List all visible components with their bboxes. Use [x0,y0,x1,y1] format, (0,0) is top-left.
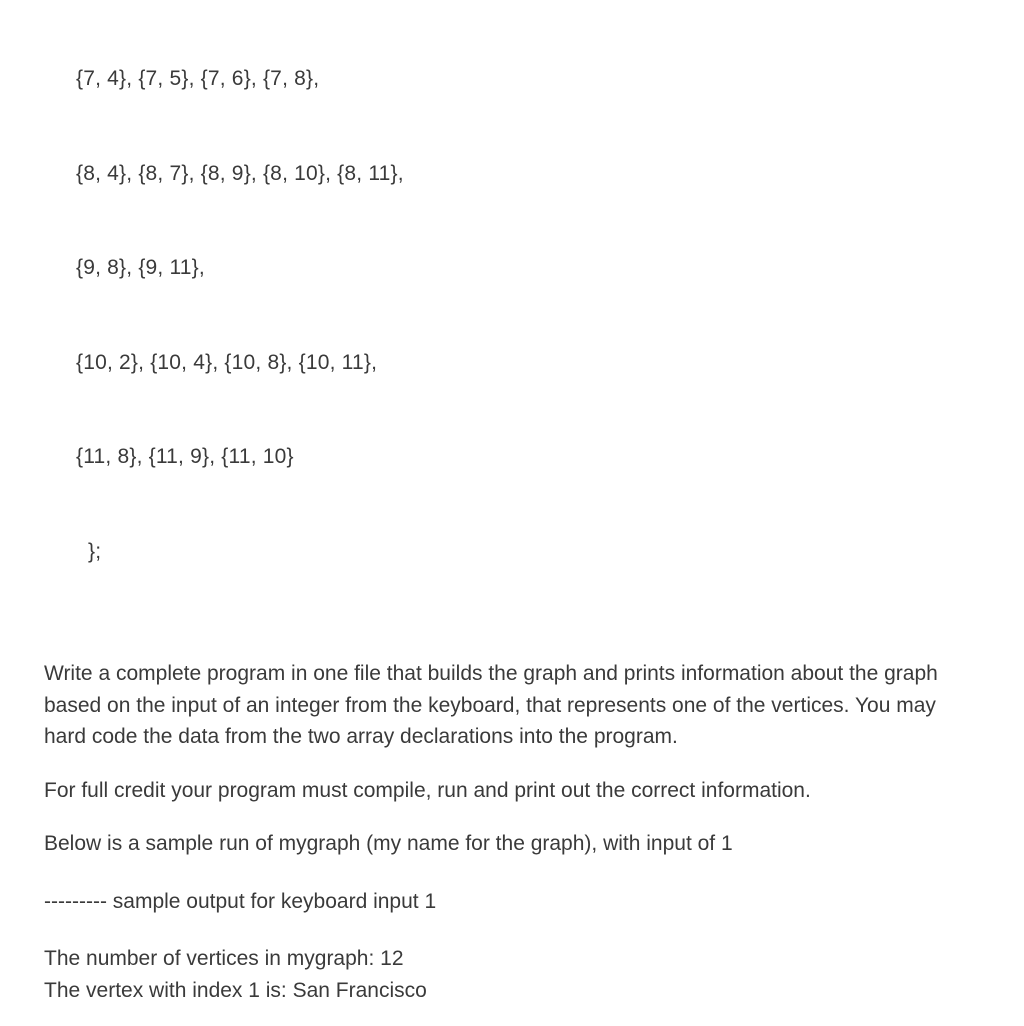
code-line: {10, 2}, {10, 4}, {10, 8}, {10, 11}, [76,347,980,379]
paragraph-credit: For full credit your program must compil… [44,775,980,807]
sample-output-header: --------- sample output for keyboard inp… [44,886,980,918]
code-line: {8, 4}, {8, 7}, {8, 9}, {8, 10}, {8, 11}… [76,158,980,190]
paragraph-instructions: Write a complete program in one file tha… [44,658,980,753]
code-line: {9, 8}, {9, 11}, [76,252,980,284]
output-line: The vertex with index 1 is: San Francisc… [44,975,980,1007]
code-snippet: {7, 4}, {7, 5}, {7, 6}, {7, 8}, {8, 4}, … [76,0,980,630]
paragraph-sample-intro: Below is a sample run of mygraph (my nam… [44,828,980,860]
code-line: {11, 8}, {11, 9}, {11, 10} [76,441,980,473]
document-body: {7, 4}, {7, 5}, {7, 6}, {7, 8}, {8, 4}, … [0,0,1024,1026]
code-line: {7, 4}, {7, 5}, {7, 6}, {7, 8}, [76,63,980,95]
output-line: The number of vertices in mygraph: 12 [44,943,980,975]
code-close: }; [88,536,980,568]
